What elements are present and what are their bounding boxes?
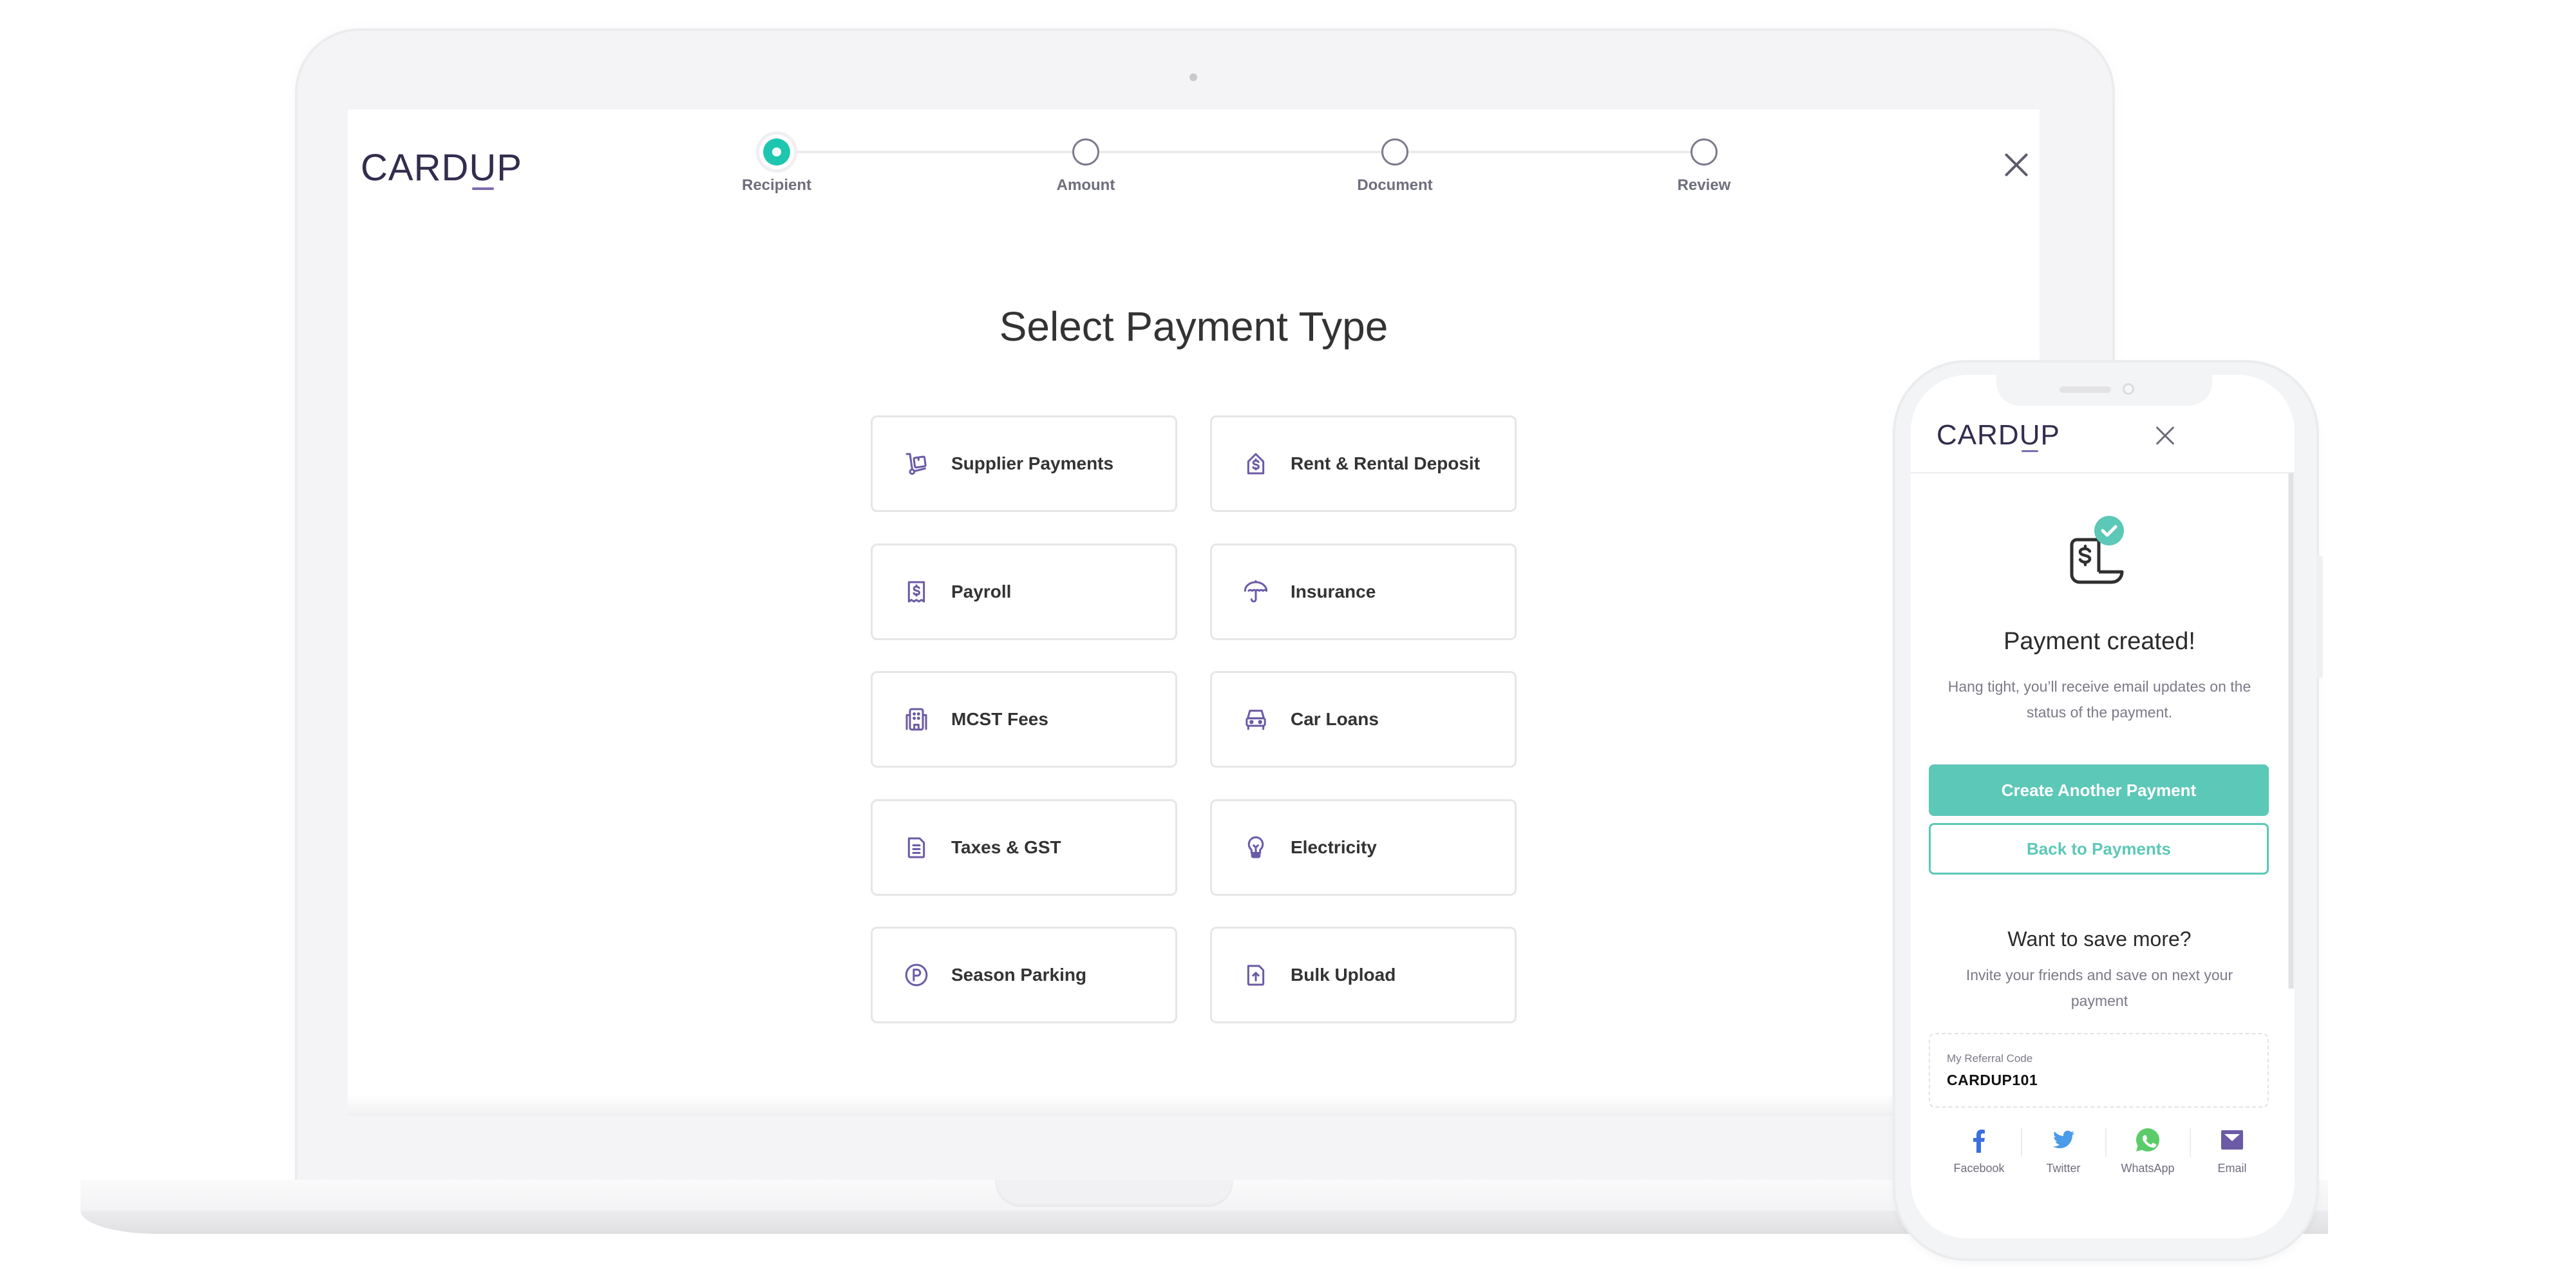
step-recipient-indicator[interactable] — [756, 131, 797, 173]
payment-type-label: Electricity — [1291, 837, 1377, 857]
page-title: Select Payment Type — [999, 303, 1388, 350]
laptop-notch — [995, 1180, 1233, 1207]
house-dollar-icon — [1243, 451, 1269, 477]
share-email[interactable]: Email — [2190, 1127, 2274, 1175]
share-label: Email — [2217, 1162, 2247, 1175]
payment-type-car-loans[interactable]: Car Loans — [1210, 671, 1517, 768]
step-amount-label: Amount — [1056, 176, 1115, 194]
back-to-payments-button[interactable]: Back to Payments — [1929, 823, 2269, 875]
step-review-indicator[interactable] — [1690, 138, 1718, 166]
mobile-screen: CARDUP Payment created! Hang tight, you’… — [1911, 375, 2295, 1238]
phone-notch — [1996, 375, 2212, 406]
success-subtitle: Hang tight, you’ll receive email updates… — [1947, 678, 2251, 721]
payment-type-label: Rent & Rental Deposit — [1291, 453, 1481, 473]
payment-type-payroll[interactable]: Payroll — [871, 544, 1177, 640]
payment-type-label: Taxes & GST — [951, 837, 1061, 857]
payment-type-supplier-payments[interactable]: Supplier Payments — [871, 415, 1177, 512]
payment-type-electricity[interactable]: Electricity — [1210, 799, 1517, 896]
referral-code-box[interactable]: My Referral Code CARDUP101 — [1929, 1033, 2269, 1108]
logo-text-end: P — [497, 147, 522, 189]
logo-text: CARD — [1937, 419, 2020, 451]
phone-speaker — [2060, 386, 2111, 393]
whatsapp-icon — [2136, 1128, 2160, 1151]
lightbulb-icon — [1243, 835, 1269, 860]
close-icon[interactable] — [2155, 426, 2175, 446]
share-label: Facebook — [1953, 1162, 2005, 1175]
referral-subtitle: Invite your friends and save on next you… — [1965, 967, 2233, 1009]
referral-code-value[interactable]: CARDUP101 — [1947, 1072, 2038, 1089]
file-upload-icon — [1243, 962, 1269, 988]
dollar-receipt-icon — [904, 579, 929, 605]
share-facebook[interactable]: Facebook — [1937, 1127, 2021, 1175]
payment-type-bulk-upload[interactable]: Bulk Upload — [1210, 927, 1517, 1023]
email-icon — [2221, 1130, 2243, 1150]
share-twitter[interactable]: Twitter — [2022, 1127, 2105, 1175]
step-document-indicator[interactable] — [1381, 138, 1408, 166]
close-icon[interactable] — [2003, 152, 2029, 178]
phone-side-button — [2316, 556, 2323, 678]
logo-text-end: P — [2040, 419, 2060, 451]
payment-type-taxes-gst[interactable]: Taxes & GST — [871, 799, 1177, 896]
create-another-payment-button[interactable]: Create Another Payment — [1929, 764, 2269, 816]
share-whatsapp[interactable]: WhatsApp — [2106, 1127, 2190, 1175]
scrollbar-thumb[interactable] — [2289, 473, 2293, 989]
parking-icon — [904, 962, 929, 988]
header-divider — [1911, 472, 2295, 473]
payment-type-label: Supplier Payments — [951, 453, 1114, 473]
referral-code-label: My Referral Code — [1947, 1052, 2033, 1065]
document-icon — [904, 835, 929, 860]
payment-type-season-parking[interactable]: Season Parking — [871, 927, 1177, 1023]
step-recipient-label: Recipient — [741, 176, 812, 194]
screen-bottom-fade — [348, 1095, 2040, 1116]
step-document-label: Document — [1357, 176, 1433, 194]
cardup-logo[interactable]: CARDUP — [1937, 419, 2060, 452]
logo-text: CARD — [361, 147, 469, 189]
logo-u: U — [469, 147, 497, 190]
car-icon — [1243, 706, 1269, 732]
desktop-screen: CARDUP Recipient Amount Document Review … — [348, 109, 2040, 1116]
step-amount-indicator[interactable] — [1072, 138, 1099, 166]
payment-type-insurance[interactable]: Insurance — [1210, 544, 1517, 640]
twitter-icon — [2053, 1130, 2074, 1148]
phone-camera — [2123, 383, 2134, 395]
payment-type-rent[interactable]: Rent & Rental Deposit — [1210, 415, 1517, 512]
logo-u: U — [2019, 419, 2041, 452]
receipt-success-icon — [2068, 515, 2130, 586]
laptop-camera — [1189, 73, 1197, 81]
share-label: WhatsApp — [2121, 1162, 2175, 1175]
referral-title: Want to save more? — [2007, 927, 2192, 951]
building-icon — [904, 706, 929, 732]
payment-type-label: Insurance — [1291, 582, 1376, 601]
payment-type-label: MCST Fees — [951, 709, 1048, 729]
payment-type-mcst-fees[interactable]: MCST Fees — [871, 671, 1177, 768]
payment-type-label: Season Parking — [951, 965, 1087, 985]
payment-type-label: Car Loans — [1291, 709, 1379, 729]
step-active-dot — [763, 138, 790, 166]
step-review-label: Review — [1677, 176, 1731, 194]
payment-type-label: Payroll — [951, 582, 1012, 601]
stepper-track — [777, 151, 1704, 153]
success-title: Payment created! — [2003, 628, 2195, 655]
hand-truck-icon — [904, 451, 929, 477]
umbrella-icon — [1243, 579, 1269, 605]
share-label: Twitter — [2046, 1162, 2081, 1175]
payment-type-label: Bulk Upload — [1291, 965, 1396, 985]
cardup-logo[interactable]: CARDUP — [361, 147, 522, 190]
facebook-icon — [1973, 1130, 1985, 1153]
